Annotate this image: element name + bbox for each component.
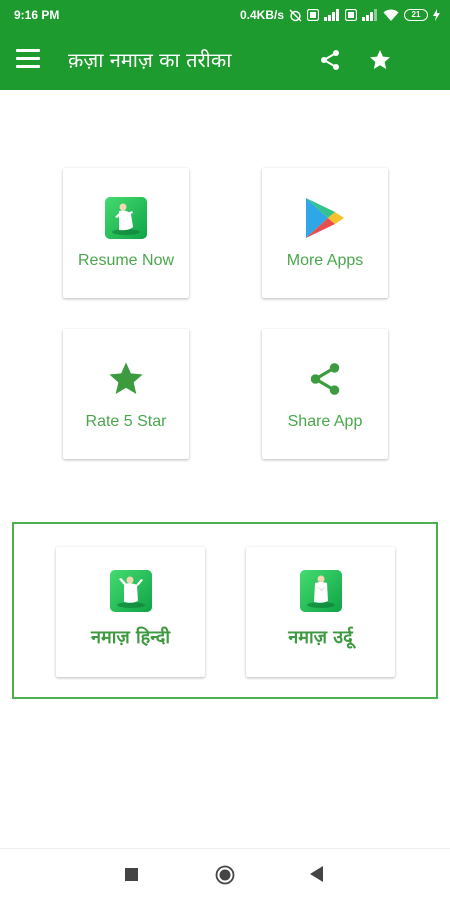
hd-icon — [307, 9, 319, 21]
status-bar: 9:16 PM 0.4KB/s 21 — [0, 0, 450, 30]
net-speed: 0.4KB/s — [239, 8, 284, 22]
hd-icon — [345, 9, 357, 21]
share-app-label: Share App — [287, 413, 363, 430]
prayer-icon — [109, 569, 153, 613]
rate-five-star-button[interactable]: Rate 5 Star — [63, 329, 189, 459]
signal-icon — [362, 9, 377, 21]
charging-icon — [433, 9, 440, 21]
signal-icon — [324, 9, 339, 21]
status-time: 9:16 PM — [14, 8, 60, 22]
rate-five-star-label: Rate 5 Star — [85, 413, 167, 430]
star-icon[interactable] — [368, 48, 392, 72]
resume-now-label: Resume Now — [77, 252, 175, 269]
more-apps-button[interactable]: More Apps — [262, 168, 388, 298]
system-nav-bar — [0, 848, 450, 900]
back-icon[interactable] — [310, 866, 324, 882]
menu-icon[interactable] — [16, 49, 40, 71]
namaz-urdu-label: नमाज़ उर्दू — [288, 627, 353, 648]
alarm-off-icon — [289, 9, 302, 21]
share-icon — [303, 357, 347, 401]
namaz-hindi-label: नमाज़ हिन्दी — [90, 627, 171, 648]
star-icon — [104, 357, 148, 401]
battery-icon: 21 — [404, 9, 428, 21]
wifi-icon — [383, 9, 399, 21]
play-store-icon — [303, 196, 347, 240]
app-toolbar: क़ज़ा नमाज़ का तरीका — [0, 30, 450, 90]
namaz-hindi-button[interactable]: नमाज़ हिन्दी — [56, 547, 205, 677]
share-app-button[interactable]: Share App — [262, 329, 388, 459]
recents-icon[interactable] — [125, 868, 138, 881]
app-title: क़ज़ा नमाज़ का तरीका — [68, 48, 232, 72]
home-icon[interactable] — [215, 865, 235, 885]
namaz-urdu-button[interactable]: नमाज़ उर्दू — [246, 547, 395, 677]
share-icon[interactable] — [318, 48, 342, 72]
prayer-icon — [104, 196, 148, 240]
resume-now-button[interactable]: Resume Now — [63, 168, 189, 298]
more-apps-label: More Apps — [286, 252, 364, 269]
prayer-icon — [299, 569, 343, 613]
status-icons: 0.4KB/s 21 — [240, 8, 440, 22]
